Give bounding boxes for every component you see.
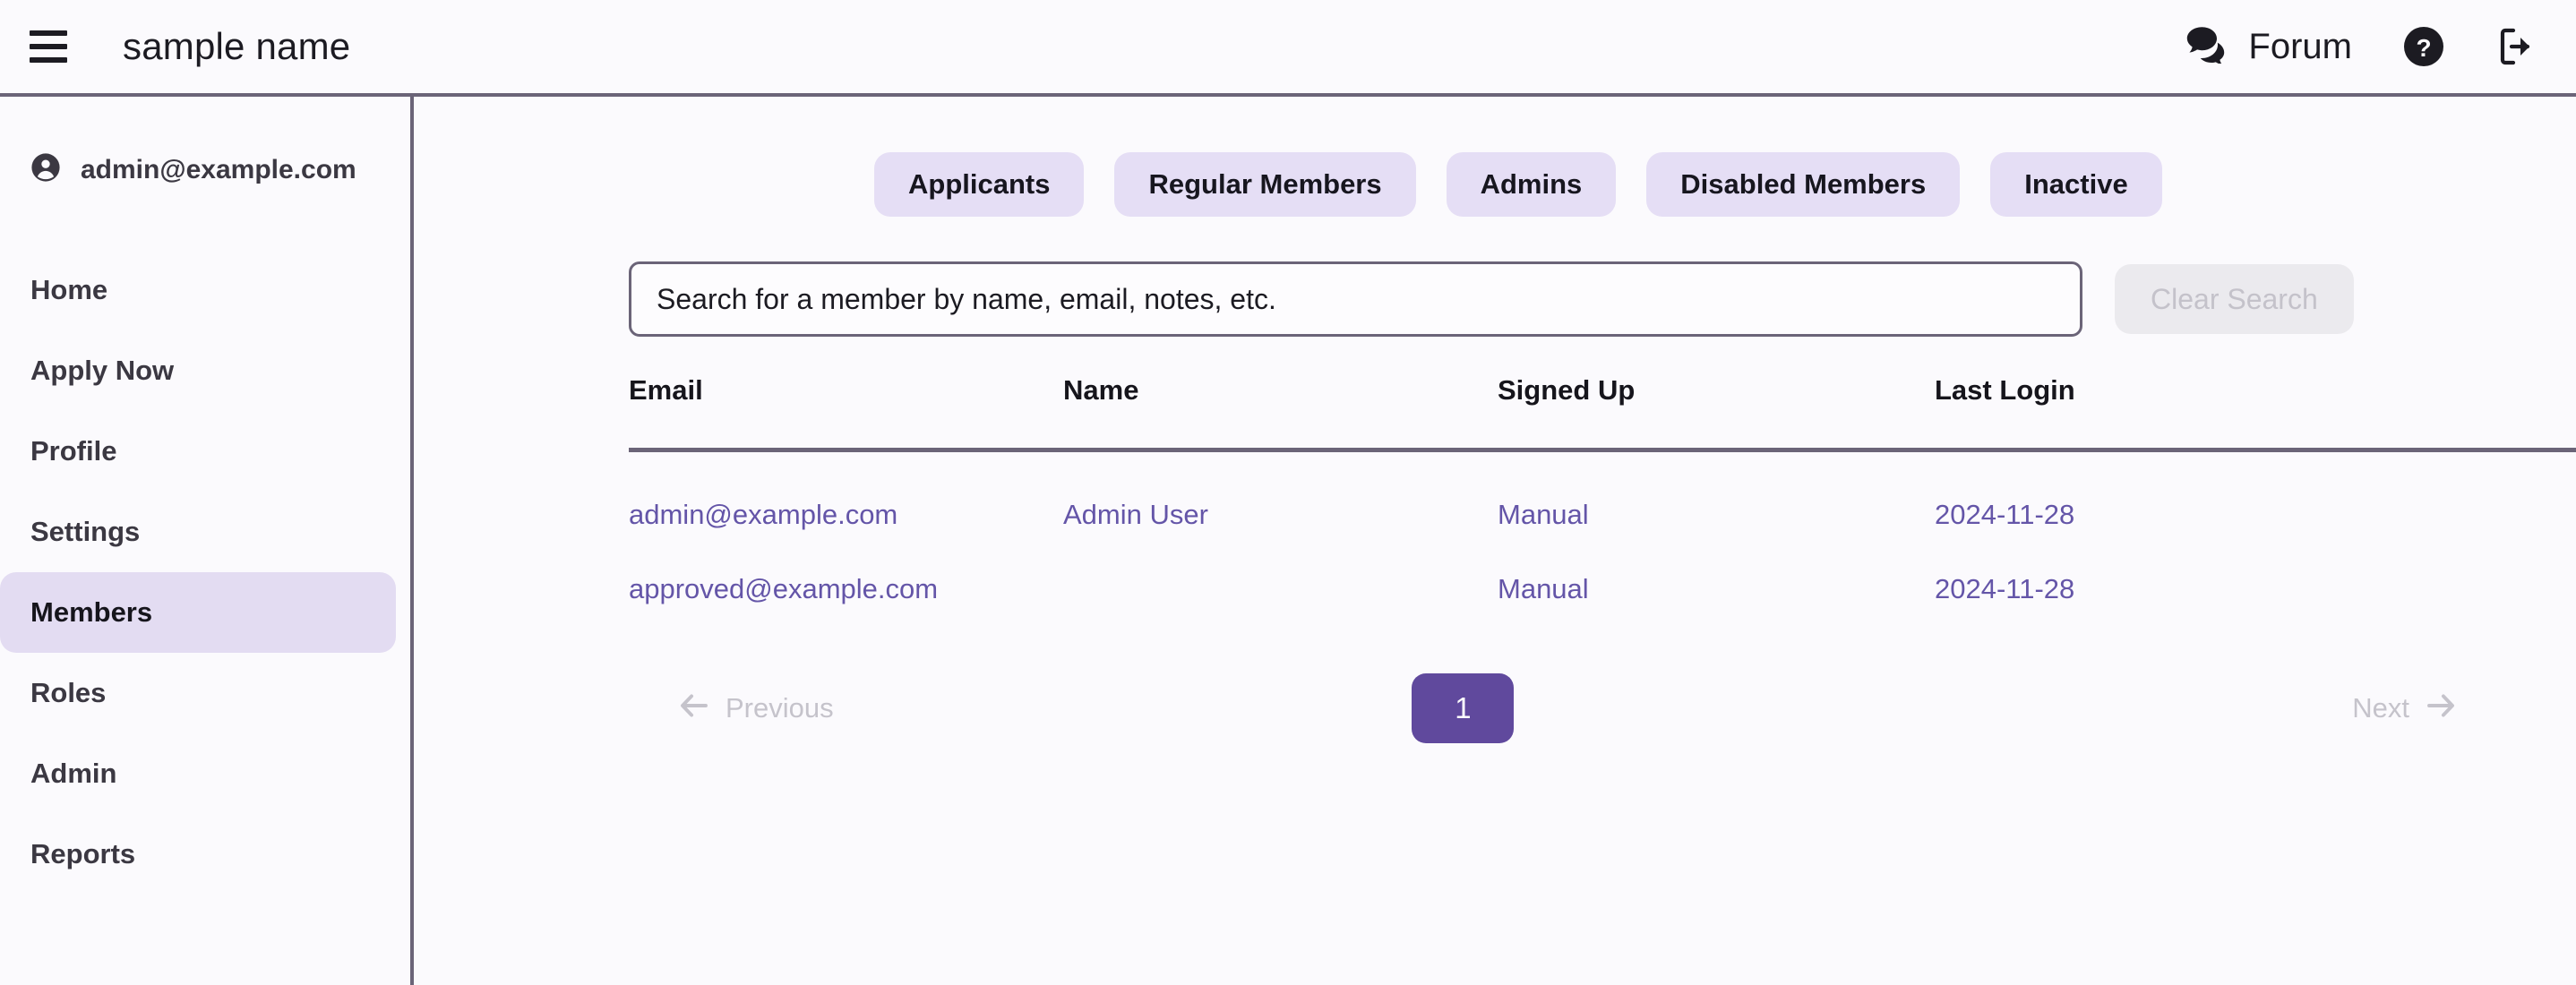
pagination-previous-label: Previous xyxy=(726,692,834,724)
sidebar-item-members[interactable]: Members xyxy=(0,572,396,653)
column-header-signed-up: Signed Up xyxy=(1498,374,1935,452)
column-header-last-login: Last Login xyxy=(1935,374,2576,452)
cell-last-login: 2024-11-28 xyxy=(1935,573,2075,604)
member-name-link[interactable]: Admin User xyxy=(1063,499,1208,530)
sidebar-item-label: Apply Now xyxy=(30,355,175,386)
sidebar-item-home[interactable]: Home xyxy=(0,250,396,330)
forum-label: Forum xyxy=(2248,26,2352,66)
logout-icon[interactable] xyxy=(2495,25,2538,68)
arrow-left-icon xyxy=(679,692,709,724)
cell-signed-up: Manual xyxy=(1498,499,1589,530)
column-header-name: Name xyxy=(1063,374,1498,452)
table-row: admin@example.com Admin User Manual 2024… xyxy=(629,450,2576,532)
sidebar-item-label: Settings xyxy=(30,516,141,547)
search-row: Clear Search xyxy=(414,261,2576,337)
page-body: admin@example.com Home Apply Now Profile… xyxy=(0,97,2576,985)
cell-signed-up: Manual xyxy=(1498,573,1589,604)
svg-text:?: ? xyxy=(2416,34,2431,62)
sidebar-item-label: Profile xyxy=(30,435,117,467)
cell-email: admin@example.com xyxy=(629,450,1063,532)
member-email-link[interactable]: admin@example.com xyxy=(629,499,897,530)
sidebar-account[interactable]: admin@example.com xyxy=(0,152,410,187)
sidebar-item-label: Home xyxy=(30,274,108,305)
question-mark-circle-icon[interactable]: ? xyxy=(2402,25,2445,68)
table-head: Email Name Signed Up Last Login xyxy=(629,374,2576,452)
sidebar-item-admin[interactable]: Admin xyxy=(0,733,396,814)
hamburger-bar xyxy=(30,57,67,63)
member-filter-tabs: Applicants Regular Members Admins Disabl… xyxy=(414,152,2576,217)
table-row: approved@example.com Manual 2024-11-28 xyxy=(629,531,2576,605)
sidebar-item-profile[interactable]: Profile xyxy=(0,411,396,492)
column-header-email: Email xyxy=(629,374,1063,452)
sidebar: admin@example.com Home Apply Now Profile… xyxy=(0,97,414,985)
filter-regular-members[interactable]: Regular Members xyxy=(1114,152,1416,217)
sidebar-item-reports[interactable]: Reports xyxy=(0,814,396,895)
sidebar-account-email: admin@example.com xyxy=(81,154,356,184)
pagination-next-label: Next xyxy=(2352,692,2409,724)
sidebar-item-apply-now[interactable]: Apply Now xyxy=(0,330,396,411)
sidebar-item-roles[interactable]: Roles xyxy=(0,653,396,733)
arrow-right-icon xyxy=(2426,692,2456,724)
sidebar-item-label: Admin xyxy=(30,758,117,789)
filter-applicants[interactable]: Applicants xyxy=(874,152,1085,217)
hamburger-bar xyxy=(30,44,67,49)
sidebar-item-label: Reports xyxy=(30,838,136,869)
sidebar-item-label: Members xyxy=(30,596,153,628)
pagination-page-1[interactable]: 1 xyxy=(1412,673,1515,743)
filter-disabled-members[interactable]: Disabled Members xyxy=(1646,152,1961,217)
table-header-row: Email Name Signed Up Last Login xyxy=(629,374,2576,452)
members-table: Email Name Signed Up Last Login admin@ex… xyxy=(629,374,2576,605)
forum-link[interactable]: Forum xyxy=(2185,26,2352,68)
cell-name: Admin User xyxy=(1063,450,1498,532)
members-table-container: Email Name Signed Up Last Login admin@ex… xyxy=(414,374,2576,605)
cell-last-login: 2024-11-28 xyxy=(1935,499,2075,530)
cell-email: approved@example.com xyxy=(629,531,1063,605)
search-input[interactable] xyxy=(629,261,2082,337)
sidebar-nav: Home Apply Now Profile Settings Members … xyxy=(0,250,410,895)
pagination-next[interactable]: Next xyxy=(2352,692,2456,724)
filter-inactive[interactable]: Inactive xyxy=(1990,152,2162,217)
pagination-pages: 1 xyxy=(834,673,2353,743)
hamburger-bar xyxy=(30,30,67,36)
member-email-link[interactable]: approved@example.com xyxy=(629,573,938,604)
pagination-previous[interactable]: Previous xyxy=(679,692,834,724)
table-body: admin@example.com Admin User Manual 2024… xyxy=(629,450,2576,606)
cell-name xyxy=(1063,531,1498,605)
hamburger-menu-icon[interactable] xyxy=(23,21,73,72)
sidebar-item-settings[interactable]: Settings xyxy=(0,492,396,572)
chat-bubbles-icon xyxy=(2185,26,2228,68)
sidebar-item-label: Roles xyxy=(30,677,107,708)
app-title: sample name xyxy=(123,25,351,67)
account-circle-icon xyxy=(30,152,61,187)
main-content: Applicants Regular Members Admins Disabl… xyxy=(414,97,2576,985)
clear-search-button[interactable]: Clear Search xyxy=(2115,264,2354,334)
filter-admins[interactable]: Admins xyxy=(1446,152,1617,217)
app-header: sample name Forum ? xyxy=(0,0,2576,97)
header-actions: Forum ? xyxy=(2185,25,2538,68)
pagination: Previous 1 Next xyxy=(414,673,2563,743)
